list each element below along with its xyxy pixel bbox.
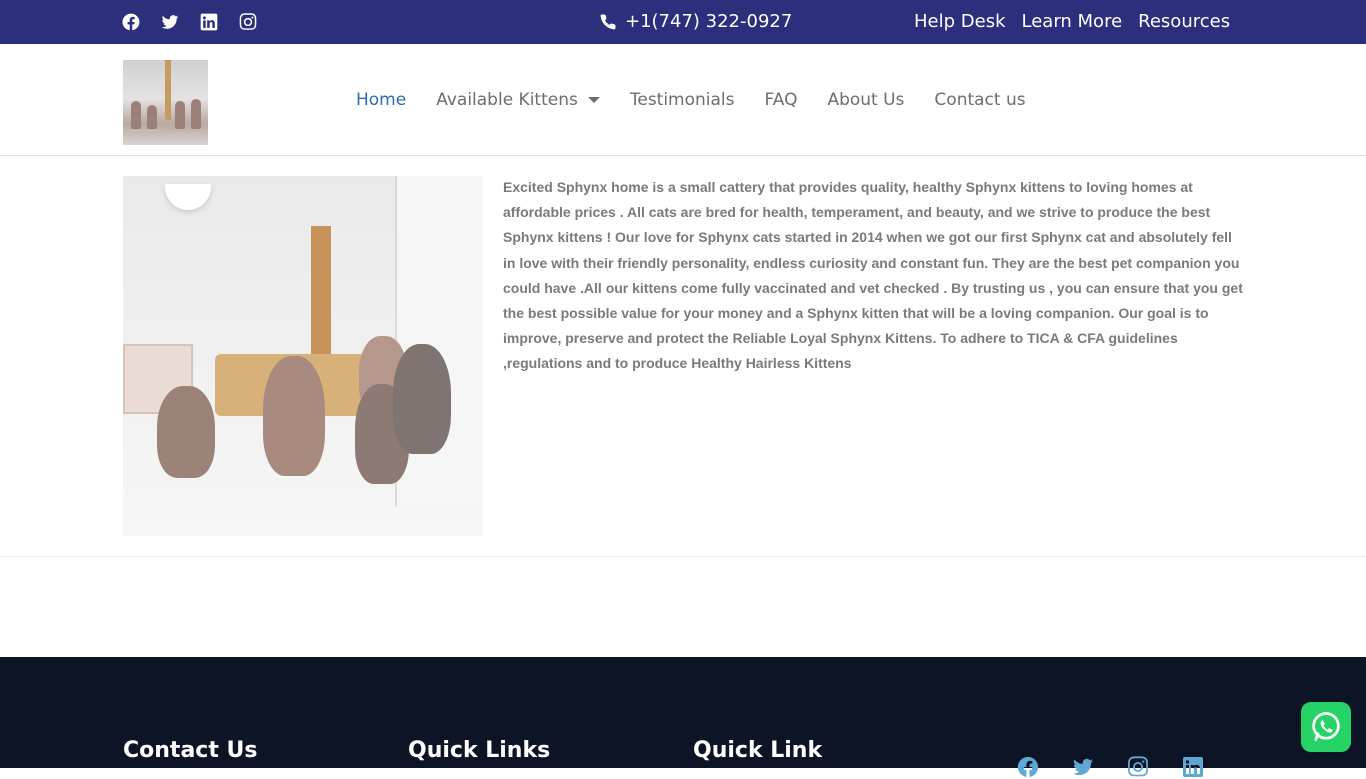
- kitten: [393, 344, 451, 454]
- footer-social-links: [1016, 755, 1205, 779]
- twitter-icon[interactable]: [160, 12, 180, 32]
- footer-heading-quick-links: Quick Links: [408, 738, 551, 763]
- logo-kitten: [191, 99, 201, 129]
- logo-kitten: [175, 101, 185, 129]
- help-desk-link[interactable]: Help Desk: [914, 11, 1006, 32]
- logo-kitten: [131, 101, 141, 129]
- facebook-icon[interactable]: [1016, 755, 1040, 779]
- linkedin-icon[interactable]: [199, 12, 219, 32]
- logo-kitten: [147, 105, 157, 129]
- nav-available-kittens[interactable]: Available Kittens: [436, 90, 600, 110]
- about-description: Excited Sphynx home is a small cattery t…: [503, 179, 1243, 372]
- kitten: [157, 386, 215, 478]
- top-social-links: [121, 12, 258, 32]
- nav-faq[interactable]: FAQ: [765, 90, 798, 110]
- resources-link[interactable]: Resources: [1138, 11, 1230, 32]
- linkedin-icon[interactable]: [1181, 755, 1205, 779]
- main-header: Home Available Kittens Testimonials FAQ …: [0, 44, 1366, 156]
- footer-heading-contact: Contact Us: [123, 738, 258, 763]
- main-nav: Home Available Kittens Testimonials FAQ …: [356, 90, 1056, 110]
- kitten: [263, 356, 325, 476]
- site-logo[interactable]: [123, 60, 208, 145]
- phone-number: +1(747) 322-0927: [625, 11, 793, 32]
- twitter-icon[interactable]: [1071, 755, 1095, 779]
- ceiling-lamp: [165, 184, 211, 210]
- facebook-icon[interactable]: [121, 12, 141, 32]
- top-links: Help Desk Learn More Resources: [914, 11, 1230, 32]
- phone-icon: [600, 13, 616, 29]
- top-bar: +1(747) 322-0927 Help Desk Learn More Re…: [0, 0, 1366, 44]
- nav-contact-us[interactable]: Contact us: [934, 90, 1025, 110]
- phone-contact[interactable]: +1(747) 322-0927: [599, 11, 792, 32]
- learn-more-link[interactable]: Learn More: [1022, 11, 1123, 32]
- nav-about-us[interactable]: About Us: [827, 90, 904, 110]
- footer: Contact Us Quick Links Quick Link: [0, 657, 1366, 777]
- nav-available-kittens-label: Available Kittens: [436, 90, 578, 110]
- instagram-icon[interactable]: [1126, 755, 1150, 779]
- kittens-photo: [123, 176, 483, 536]
- nav-home[interactable]: Home: [356, 90, 406, 110]
- whatsapp-icon: [1312, 712, 1340, 741]
- nav-testimonials[interactable]: Testimonials: [630, 90, 735, 110]
- chevron-down-icon: [587, 97, 600, 103]
- footer-heading-quick-link: Quick Link: [693, 738, 823, 763]
- section-divider: [0, 556, 1366, 557]
- instagram-icon[interactable]: [238, 12, 258, 32]
- whatsapp-button[interactable]: [1301, 702, 1351, 752]
- logo-scratching-post: [165, 60, 171, 120]
